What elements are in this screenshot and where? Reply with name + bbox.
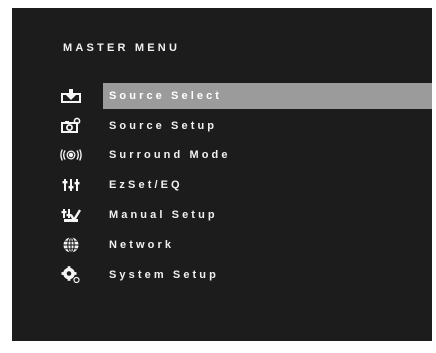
menu-item-source-select[interactable]: Source Select — [12, 81, 432, 111]
osd-screen: MASTER MENU Source Select Source Setup S… — [12, 8, 432, 341]
menu-title: MASTER MENU — [63, 42, 181, 54]
menu-item-manual-setup[interactable]: Manual Setup — [12, 200, 432, 230]
menu-item-network[interactable]: Network — [12, 230, 432, 260]
menu-item-label: System Setup — [109, 268, 219, 281]
menu-item-label: EzSet/EQ — [109, 179, 183, 192]
menu-item-source-setup[interactable]: Source Setup — [12, 111, 432, 141]
menu-item-label: Source Select — [103, 82, 432, 109]
manual-setup-icon — [60, 206, 82, 224]
menu-item-ezset-eq[interactable]: EzSet/EQ — [12, 170, 432, 200]
system-setup-icon — [60, 265, 82, 284]
network-icon — [60, 236, 82, 254]
source-setup-icon — [60, 117, 82, 135]
surround-mode-icon — [60, 146, 82, 164]
menu-item-system-setup[interactable]: System Setup — [12, 260, 432, 290]
menu-item-label: Manual Setup — [109, 209, 218, 222]
menu-item-surround-mode[interactable]: Surround Mode — [12, 141, 432, 171]
menu-item-label: Surround Mode — [109, 149, 231, 162]
menu-item-label: Network — [109, 238, 175, 251]
master-menu-list: Source Select Source Setup Surround Mode… — [12, 81, 432, 290]
menu-item-label: Source Setup — [109, 119, 218, 132]
source-select-icon — [60, 87, 82, 105]
ezset-eq-icon — [60, 176, 82, 194]
